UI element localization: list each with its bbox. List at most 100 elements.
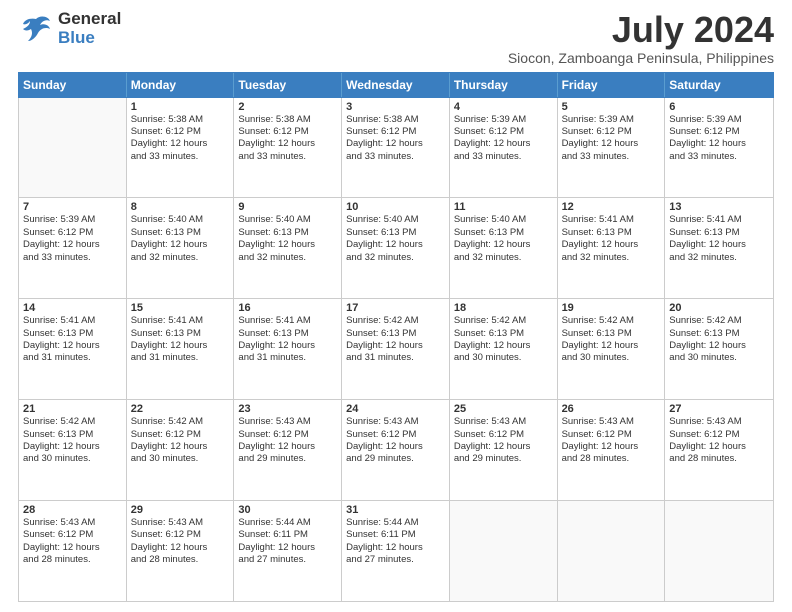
sunset-text: Sunset: 6:12 PM (238, 126, 337, 138)
daylight-text2: and 31 minutes. (238, 352, 337, 364)
sunrise-text: Sunrise: 5:42 AM (562, 315, 661, 327)
sunset-text: Sunset: 6:13 PM (669, 227, 769, 239)
daylight-text: Daylight: 12 hours (562, 441, 661, 453)
daylight-text2: and 33 minutes. (562, 151, 661, 163)
daylight-text2: and 32 minutes. (346, 252, 445, 264)
daylight-text2: and 32 minutes. (131, 252, 230, 264)
sunrise-text: Sunrise: 5:41 AM (23, 315, 122, 327)
day-number: 25 (454, 403, 553, 415)
day-number: 14 (23, 302, 122, 314)
cal-cell-2-2: 8Sunrise: 5:40 AMSunset: 6:13 PMDaylight… (127, 198, 235, 298)
daylight-text2: and 32 minutes. (238, 252, 337, 264)
sunset-text: Sunset: 6:11 PM (346, 529, 445, 541)
sunrise-text: Sunrise: 5:43 AM (238, 416, 337, 428)
day-number: 27 (669, 403, 769, 415)
daylight-text: Daylight: 12 hours (131, 340, 230, 352)
logo-text: General Blue (58, 10, 121, 47)
cal-cell-4-1: 21Sunrise: 5:42 AMSunset: 6:13 PMDayligh… (19, 400, 127, 500)
sunrise-text: Sunrise: 5:43 AM (131, 517, 230, 529)
sunset-text: Sunset: 6:12 PM (454, 429, 553, 441)
sunrise-text: Sunrise: 5:41 AM (562, 214, 661, 226)
daylight-text: Daylight: 12 hours (669, 340, 769, 352)
cal-cell-2-4: 10Sunrise: 5:40 AMSunset: 6:13 PMDayligh… (342, 198, 450, 298)
sunrise-text: Sunrise: 5:43 AM (562, 416, 661, 428)
daylight-text2: and 29 minutes. (238, 453, 337, 465)
day-number: 22 (131, 403, 230, 415)
day-number: 26 (562, 403, 661, 415)
header-monday: Monday (127, 73, 235, 97)
cal-cell-4-4: 24Sunrise: 5:43 AMSunset: 6:12 PMDayligh… (342, 400, 450, 500)
calendar: Sunday Monday Tuesday Wednesday Thursday… (18, 72, 774, 602)
sunrise-text: Sunrise: 5:40 AM (454, 214, 553, 226)
daylight-text: Daylight: 12 hours (131, 138, 230, 150)
sunset-text: Sunset: 6:13 PM (562, 227, 661, 239)
logo: General Blue (18, 10, 121, 47)
cal-cell-2-5: 11Sunrise: 5:40 AMSunset: 6:13 PMDayligh… (450, 198, 558, 298)
day-number: 31 (346, 504, 445, 516)
main-title: July 2024 (508, 10, 774, 50)
day-number: 15 (131, 302, 230, 314)
sunrise-text: Sunrise: 5:41 AM (238, 315, 337, 327)
sunrise-text: Sunrise: 5:43 AM (346, 416, 445, 428)
day-number: 5 (562, 101, 661, 113)
daylight-text: Daylight: 12 hours (669, 239, 769, 251)
daylight-text2: and 33 minutes. (669, 151, 769, 163)
sunset-text: Sunset: 6:13 PM (346, 227, 445, 239)
header-tuesday: Tuesday (234, 73, 342, 97)
header-wednesday: Wednesday (342, 73, 450, 97)
daylight-text2: and 33 minutes. (23, 252, 122, 264)
sunrise-text: Sunrise: 5:38 AM (346, 114, 445, 126)
sunrise-text: Sunrise: 5:41 AM (669, 214, 769, 226)
daylight-text: Daylight: 12 hours (454, 138, 553, 150)
daylight-text: Daylight: 12 hours (562, 138, 661, 150)
cal-cell-1-1 (19, 98, 127, 198)
cal-cell-4-7: 27Sunrise: 5:43 AMSunset: 6:12 PMDayligh… (665, 400, 773, 500)
daylight-text2: and 27 minutes. (346, 554, 445, 566)
cal-week-3: 14Sunrise: 5:41 AMSunset: 6:13 PMDayligh… (19, 299, 773, 400)
cal-cell-3-1: 14Sunrise: 5:41 AMSunset: 6:13 PMDayligh… (19, 299, 127, 399)
daylight-text2: and 30 minutes. (23, 453, 122, 465)
cal-cell-3-3: 16Sunrise: 5:41 AMSunset: 6:13 PMDayligh… (234, 299, 342, 399)
cal-week-4: 21Sunrise: 5:42 AMSunset: 6:13 PMDayligh… (19, 400, 773, 501)
sunset-text: Sunset: 6:13 PM (346, 328, 445, 340)
daylight-text: Daylight: 12 hours (454, 340, 553, 352)
daylight-text: Daylight: 12 hours (346, 138, 445, 150)
sunrise-text: Sunrise: 5:39 AM (562, 114, 661, 126)
sunset-text: Sunset: 6:13 PM (23, 429, 122, 441)
daylight-text2: and 31 minutes. (346, 352, 445, 364)
sunrise-text: Sunrise: 5:43 AM (669, 416, 769, 428)
daylight-text: Daylight: 12 hours (131, 542, 230, 554)
day-number: 12 (562, 201, 661, 213)
sunset-text: Sunset: 6:13 PM (131, 227, 230, 239)
sunrise-text: Sunrise: 5:38 AM (238, 114, 337, 126)
cal-cell-5-1: 28Sunrise: 5:43 AMSunset: 6:12 PMDayligh… (19, 501, 127, 601)
sunset-text: Sunset: 6:12 PM (131, 429, 230, 441)
day-number: 19 (562, 302, 661, 314)
cal-cell-5-5 (450, 501, 558, 601)
sunset-text: Sunset: 6:13 PM (238, 227, 337, 239)
sunrise-text: Sunrise: 5:42 AM (346, 315, 445, 327)
day-number: 7 (23, 201, 122, 213)
daylight-text2: and 29 minutes. (454, 453, 553, 465)
cal-cell-1-5: 4Sunrise: 5:39 AMSunset: 6:12 PMDaylight… (450, 98, 558, 198)
sunrise-text: Sunrise: 5:42 AM (23, 416, 122, 428)
sunrise-text: Sunrise: 5:44 AM (238, 517, 337, 529)
daylight-text2: and 30 minutes. (669, 352, 769, 364)
daylight-text: Daylight: 12 hours (346, 340, 445, 352)
day-number: 2 (238, 101, 337, 113)
day-number: 10 (346, 201, 445, 213)
cal-cell-5-2: 29Sunrise: 5:43 AMSunset: 6:12 PMDayligh… (127, 501, 235, 601)
daylight-text2: and 33 minutes. (131, 151, 230, 163)
daylight-text2: and 33 minutes. (346, 151, 445, 163)
day-number: 24 (346, 403, 445, 415)
day-number: 28 (23, 504, 122, 516)
daylight-text2: and 33 minutes. (238, 151, 337, 163)
title-block: July 2024 Siocon, Zamboanga Peninsula, P… (508, 10, 774, 66)
daylight-text: Daylight: 12 hours (238, 441, 337, 453)
daylight-text: Daylight: 12 hours (238, 239, 337, 251)
daylight-text: Daylight: 12 hours (346, 239, 445, 251)
sunset-text: Sunset: 6:12 PM (131, 126, 230, 138)
day-number: 16 (238, 302, 337, 314)
daylight-text: Daylight: 12 hours (669, 138, 769, 150)
daylight-text: Daylight: 12 hours (23, 441, 122, 453)
